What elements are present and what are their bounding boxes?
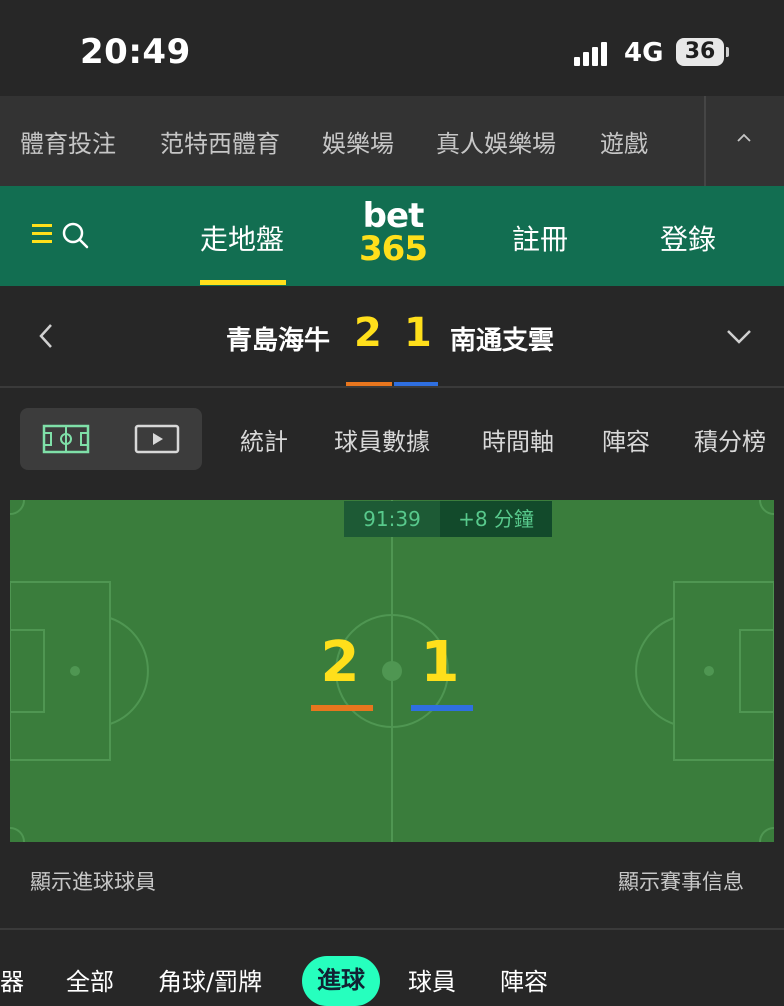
pitch-markings	[10, 500, 774, 842]
filter-partial[interactable]: 器	[0, 962, 24, 997]
home-team-color-bar	[346, 382, 392, 386]
pitch-away-color-bar	[411, 705, 473, 711]
filter-players[interactable]: 球員	[408, 962, 456, 997]
chevron-up-icon[interactable]	[736, 130, 752, 146]
added-time: +8 分鐘	[440, 501, 552, 537]
category-casino[interactable]: 娛樂場	[322, 124, 394, 159]
home-team-name: 青島海牛	[226, 326, 331, 356]
match-clock: 91:39	[344, 501, 440, 537]
category-fantasy[interactable]: 范特西體育	[160, 124, 280, 159]
away-team-color-bar	[394, 382, 438, 386]
login-link[interactable]: 登錄	[660, 218, 716, 258]
active-tab-indicator	[200, 280, 286, 285]
tab-player-stats[interactable]: 球員數據	[334, 422, 430, 457]
pitch-home-color-bar	[311, 705, 373, 711]
filter-corners-cards[interactable]: 角球/罰牌	[158, 962, 262, 997]
bet365-logo[interactable]: bet 365	[356, 196, 430, 269]
divider	[0, 928, 784, 930]
pitch-home-score: 2	[320, 630, 360, 695]
show-scorers-link[interactable]: 顯示進球球員	[30, 866, 156, 896]
search-icon[interactable]	[60, 220, 90, 250]
category-sports[interactable]: 體育投注	[20, 124, 116, 159]
video-view-icon[interactable]	[134, 424, 180, 454]
tab-stats[interactable]: 統計	[240, 422, 288, 457]
away-team-name: 南通支雲	[450, 326, 555, 356]
logo-text-bet: bet	[362, 196, 425, 236]
match-bar	[0, 286, 784, 388]
filter-goals[interactable]: 進球	[302, 956, 380, 1006]
battery-icon: 36	[676, 38, 724, 66]
chevron-down-icon[interactable]	[726, 326, 752, 346]
category-games[interactable]: 遊戲	[600, 124, 648, 159]
home-score: 2	[354, 310, 382, 356]
nav-divider	[704, 96, 706, 186]
pitch-view-icon[interactable]	[42, 424, 90, 454]
network-label: 4G	[624, 38, 664, 68]
filter-all[interactable]: 全部	[66, 962, 114, 997]
logo-text-365: 365	[359, 229, 428, 269]
filter-lineups[interactable]: 陣容	[500, 962, 548, 997]
tab-standings[interactable]: 積分榜	[694, 422, 766, 457]
pitch-away-score: 1	[420, 630, 460, 695]
clock-time: 20:49	[80, 32, 191, 72]
battery-tip	[726, 47, 729, 57]
chevron-left-icon[interactable]	[36, 322, 56, 350]
menu-icon[interactable]	[32, 224, 54, 244]
category-nav: 體育投注 范特西體育 娛樂場 真人娛樂場 遊戲	[0, 96, 784, 186]
match-pitch	[10, 500, 774, 842]
nav-in-play[interactable]: 走地盤	[200, 218, 284, 258]
show-match-info-link[interactable]: 顯示賽事信息	[618, 866, 744, 896]
away-score: 1	[404, 310, 432, 356]
register-link[interactable]: 註冊	[512, 218, 568, 258]
signal-icon	[574, 40, 614, 66]
tab-timeline[interactable]: 時間軸	[482, 422, 554, 457]
category-live-casino[interactable]: 真人娛樂場	[436, 124, 556, 159]
tab-lineups[interactable]: 陣容	[602, 422, 650, 457]
